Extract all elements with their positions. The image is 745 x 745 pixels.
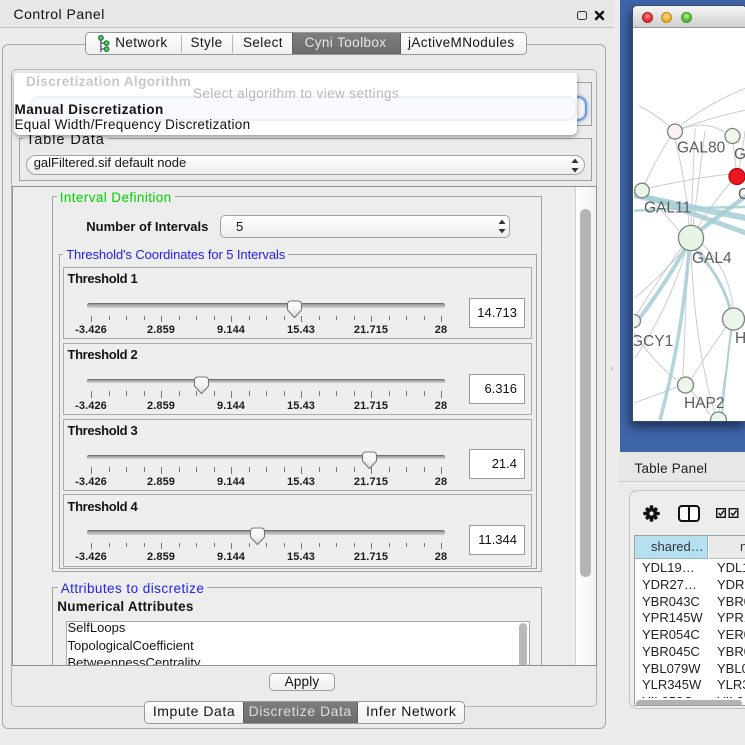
svg-text:GCY1: GCY1 (634, 333, 673, 350)
svg-text:GAL4: GAL4 (692, 250, 732, 267)
svg-text:HAP2: HAP2 (684, 395, 725, 412)
svg-text:C: C (738, 186, 745, 203)
svg-text:H: H (735, 330, 745, 347)
svg-text:GAL11: GAL11 (644, 199, 691, 216)
svg-text:GAL80: GAL80 (677, 139, 726, 156)
svg-text:GA: GA (734, 146, 745, 163)
